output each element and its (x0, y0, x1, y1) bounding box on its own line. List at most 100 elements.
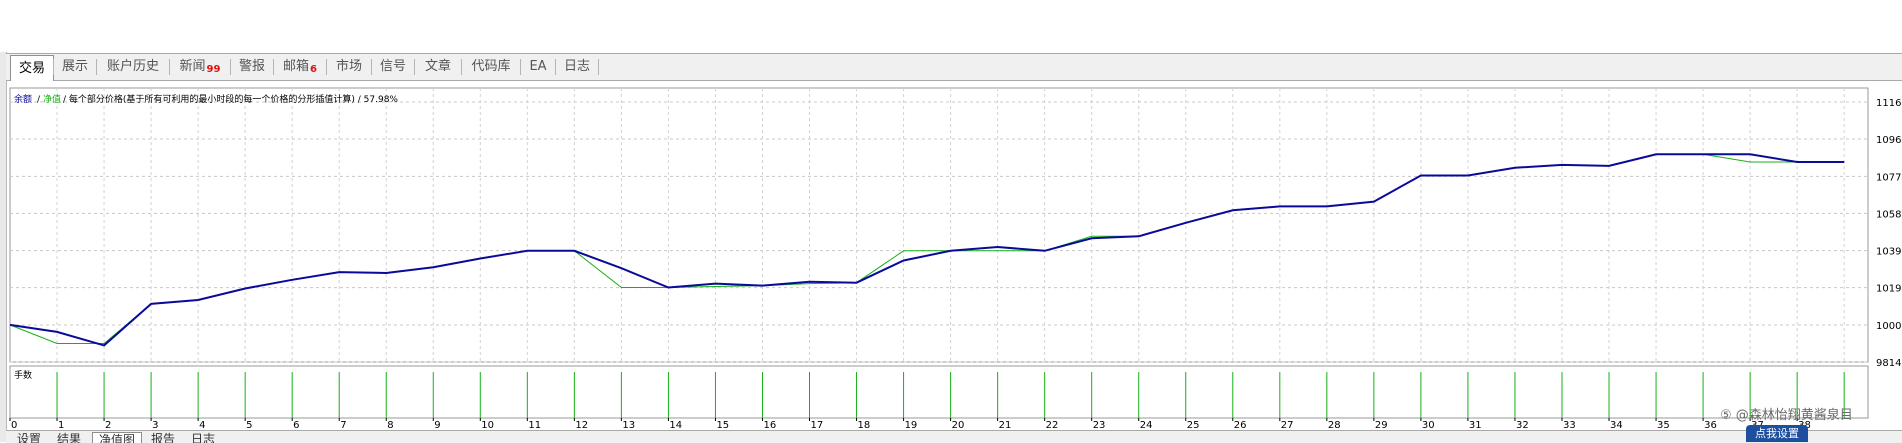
settings-button[interactable]: 点我设置 (1746, 425, 1808, 442)
x-tick-label: 3 (152, 420, 158, 430)
tab-label: 展示 (61, 59, 88, 74)
tab-1[interactable]: 交易 (10, 55, 54, 81)
x-tick-label: 17 (811, 420, 824, 430)
legend-equity-label: 净值 (43, 93, 61, 105)
tab-separator (169, 59, 170, 75)
tab-label: 文章 (424, 59, 451, 74)
x-tick-label: 27 (1281, 420, 1294, 430)
x-tick-label: 18 (858, 420, 871, 430)
legend-balance-label: 余额 (14, 93, 32, 105)
y-tick-label: 10969 (1876, 135, 1902, 146)
tester-tab-bar: 设置 结果 净值图 报告 日志 (6, 430, 1902, 443)
x-tick-label: 11 (528, 420, 541, 430)
tab-separator (555, 59, 556, 75)
y-tick-label: 9814 (1876, 358, 1901, 369)
tab-separator (520, 59, 521, 75)
x-tick-label: 7 (340, 420, 346, 430)
tab-badge: 99 (206, 64, 221, 75)
tab-7[interactable]: 市场 (328, 54, 370, 79)
x-tick-label: 21 (999, 420, 1012, 430)
x-tick-label: 34 (1610, 420, 1623, 430)
tab-badge: 6 (310, 64, 317, 75)
x-tick-label: 9 (434, 420, 440, 430)
x-tick-label: 32 (1516, 420, 1529, 430)
x-tick-label: 6 (293, 420, 299, 430)
tab-label: 新闻 (179, 59, 206, 74)
tab-3[interactable]: 账户历史 (98, 54, 168, 79)
tab-9[interactable]: 文章 (416, 54, 460, 79)
x-tick-label: 23 (1093, 420, 1106, 430)
main-plot-background (9, 87, 1869, 363)
y-tick-label: 10391 (1876, 247, 1902, 258)
x-tick-label: 28 (1328, 420, 1341, 430)
tab-label: 邮箱 (283, 59, 310, 74)
x-tick-label: 19 (905, 420, 918, 430)
legend-description: / 每个部分价格(基于所有可利用的最小时段的每一个价格的分形插值计算) / 57… (63, 93, 398, 105)
tab-label: 代码库 (471, 59, 511, 74)
y-axis-labels: 11161 10969 10776 10584 10391 10199 10006 9814 (1876, 98, 1902, 369)
tab-8[interactable]: 信号 (373, 54, 413, 79)
tab-separator (414, 59, 415, 75)
x-tick-label: 10 (481, 420, 494, 430)
tab-label: 交易 (18, 61, 45, 76)
tab-6[interactable]: 邮箱6 (275, 54, 325, 79)
bottom-tab-5[interactable]: 日志 (186, 432, 220, 443)
tab-separator (371, 59, 372, 75)
x-tick-label: 26 (1234, 420, 1247, 430)
x-tick-label: 12 (575, 420, 588, 430)
y-tick-label: 10199 (1876, 284, 1902, 295)
x-tick-label: 8 (387, 420, 393, 430)
tab-label: 市场 (335, 59, 362, 74)
tab-separator (598, 59, 599, 75)
x-tick-label: 29 (1375, 420, 1388, 430)
tab-label: 账户历史 (106, 59, 159, 74)
tab-separator (461, 59, 462, 75)
tab-separator (53, 59, 54, 75)
tab-label: 警报 (238, 59, 265, 74)
x-tick-label: 16 (763, 420, 776, 430)
x-tick-label: 0 (11, 420, 17, 430)
x-tick-label: 25 (1187, 420, 1200, 430)
x-tick-label: 24 (1140, 420, 1153, 430)
top-blank-area (0, 0, 1902, 52)
volume-plot-background (9, 365, 1869, 419)
tab-separator (230, 59, 231, 75)
x-tick-label: 31 (1469, 420, 1482, 430)
x-tick-label: 30 (1422, 420, 1435, 430)
tab-separator (273, 59, 274, 75)
y-tick-label: 10006 (1876, 321, 1902, 332)
x-tick-label: 36 (1704, 420, 1717, 430)
tab-12[interactable]: 日志 (557, 54, 597, 79)
tab-separator (326, 59, 327, 75)
x-tick-label: 13 (622, 420, 635, 430)
x-tick-label: 4 (199, 420, 205, 430)
y-tick-label: 10584 (1876, 209, 1902, 220)
x-tick-label: 35 (1657, 420, 1670, 430)
bottom-tab-1[interactable]: 设置 (12, 432, 46, 443)
tab-separator (96, 59, 97, 75)
terminal-tab-bar: 交易 展示 账户历史 新闻99 警报 邮箱6 市场 信号 文章 代码库 EA 日志 (6, 53, 1902, 81)
x-tick-label: 14 (669, 420, 682, 430)
watermark-text: ⑤ @森林怡翔黄酱泉目 (1720, 408, 1853, 423)
tab-label: 日志 (563, 59, 590, 74)
tab-5[interactable]: 警报 (232, 54, 272, 79)
tab-10[interactable]: 代码库 (463, 54, 519, 79)
bottom-tab-4[interactable]: 报告 (146, 432, 180, 443)
bottom-tab-3[interactable]: 净值图 (92, 432, 142, 443)
x-tick-label: 5 (246, 420, 252, 430)
y-tick-label: 11161 (1876, 98, 1902, 109)
equity-chart: 111611096910776105841039110199100069814 … (9, 87, 1902, 430)
volume-panel-label: 手数 (14, 369, 32, 381)
tab-label: 信号 (379, 59, 406, 74)
bottom-tab-2[interactable]: 结果 (52, 432, 86, 443)
x-axis-labels: 0 1 2 3 4 5 6 7 8 9 10 11 12 13 14 15 16 17 18 19 20 21 22 23 24… (9, 418, 1811, 430)
x-tick-label: 20 (952, 420, 965, 430)
tab-4[interactable]: 新闻99 (171, 54, 229, 79)
tab-2[interactable]: 展示 (55, 54, 95, 79)
tab-11[interactable]: EA (522, 54, 554, 79)
y-tick-label: 10776 (1876, 172, 1902, 183)
x-tick-label: 1 (58, 420, 64, 430)
x-tick-label: 22 (1046, 420, 1059, 430)
x-tick-label: 2 (105, 420, 111, 430)
x-tick-label: 33 (1563, 420, 1576, 430)
